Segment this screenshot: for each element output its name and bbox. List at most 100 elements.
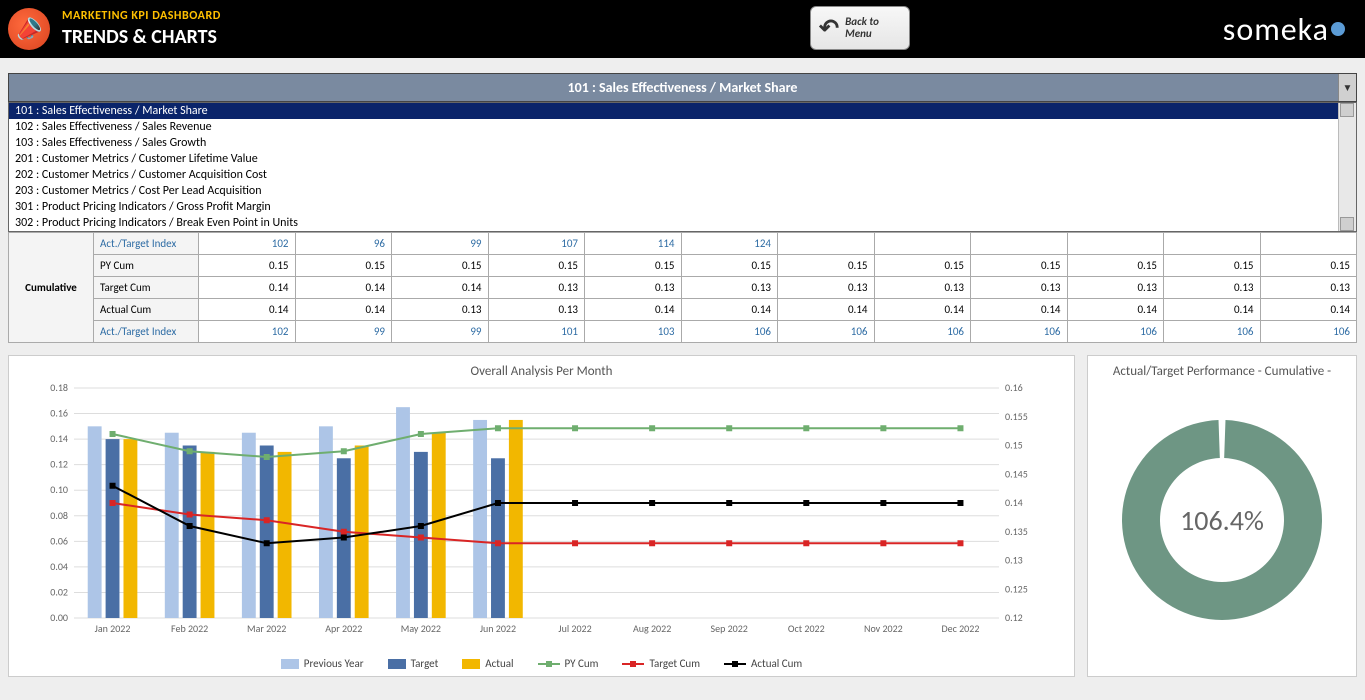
performance-donut-panel: Actual/Target Performance - Cumulative -…	[1087, 355, 1357, 677]
cell: 0.13	[488, 299, 585, 321]
back-label: Back to Menu	[845, 16, 901, 40]
cell: 0.13	[1164, 277, 1261, 299]
cell: 106	[1067, 321, 1164, 343]
kpi-selector: 101 : Sales Effectiveness / Market Share…	[8, 73, 1357, 232]
cell: 0.13	[1260, 277, 1357, 299]
cell: 124	[681, 233, 778, 255]
row-label: PY Cum	[94, 255, 199, 277]
back-to-menu-button[interactable]: ↶ Back to Menu	[810, 6, 910, 50]
cell: 0.14	[971, 299, 1068, 321]
kpi-selected-label: 101 : Sales Effectiveness / Market Share	[568, 79, 798, 96]
svg-text:0.14: 0.14	[50, 432, 68, 445]
cell: 101	[488, 321, 585, 343]
megaphone-icon: 📣	[8, 8, 50, 50]
kpi-option[interactable]: 202 : Customer Metrics / Customer Acquis…	[9, 167, 1356, 183]
svg-text:Jul 2022: Jul 2022	[558, 622, 591, 635]
chart-title: Overall Analysis Per Month	[19, 364, 1064, 379]
cell: 0.15	[585, 255, 682, 277]
cell: 0.14	[1260, 299, 1357, 321]
combo-chart-svg: 0.000.020.040.060.080.100.120.140.160.18…	[19, 383, 1054, 648]
svg-text:0.135: 0.135	[1005, 525, 1028, 538]
table-row: CumulativeAct./Target Index1029699107114…	[9, 233, 1357, 255]
cell: 0.14	[199, 277, 296, 299]
svg-text:0.13: 0.13	[1005, 554, 1023, 567]
svg-text:0.145: 0.145	[1005, 467, 1028, 480]
svg-text:Feb 2022: Feb 2022	[171, 622, 208, 635]
kpi-option[interactable]: 102 : Sales Effectiveness / Sales Revenu…	[9, 119, 1356, 135]
overall-analysis-chart: Overall Analysis Per Month 0.000.020.040…	[8, 355, 1075, 677]
kpi-selector-header[interactable]: 101 : Sales Effectiveness / Market Share…	[8, 73, 1357, 102]
cell: 0.13	[971, 277, 1068, 299]
svg-text:0.18: 0.18	[50, 383, 68, 394]
svg-text:0.12: 0.12	[50, 458, 68, 471]
cell: 0.14	[778, 299, 875, 321]
cell: 0.14	[1164, 299, 1261, 321]
dropdown-caret-icon[interactable]: ▼	[1338, 74, 1356, 101]
cell: 0.13	[1067, 277, 1164, 299]
svg-text:0.00: 0.00	[50, 611, 68, 624]
cell: 99	[295, 321, 392, 343]
table-row: Act./Target Index10299991011031061061061…	[9, 321, 1357, 343]
svg-text:Nov 2022: Nov 2022	[864, 622, 903, 635]
back-arrow-icon: ↶	[819, 14, 839, 43]
cell: 0.14	[874, 299, 971, 321]
brand-logo: someka	[1223, 10, 1345, 49]
title-block: MARKETING KPI DASHBOARD TRENDS & CHARTS	[62, 9, 221, 49]
cell	[1067, 233, 1164, 255]
svg-text:Aug 2022: Aug 2022	[633, 622, 671, 635]
svg-text:0.06: 0.06	[50, 534, 68, 547]
dashboard-title: MARKETING KPI DASHBOARD	[62, 9, 221, 23]
kpi-option[interactable]: 302 : Product Pricing Indicators / Break…	[9, 215, 1356, 231]
cell: 107	[488, 233, 585, 255]
cell: 0.15	[778, 255, 875, 277]
svg-text:0.14: 0.14	[1005, 496, 1023, 509]
svg-text:0.08: 0.08	[50, 509, 68, 522]
cell: 0.14	[295, 277, 392, 299]
cell: 0.14	[681, 299, 778, 321]
cell: 96	[295, 233, 392, 255]
table-row: Target Cum0.140.140.140.130.130.130.130.…	[9, 277, 1357, 299]
chart-legend: Previous YearTargetActualPY CumTarget Cu…	[19, 657, 1064, 670]
legend-item: Actual	[462, 657, 513, 670]
table-row: PY Cum0.150.150.150.150.150.150.150.150.…	[9, 255, 1357, 277]
cell: 0.14	[392, 277, 489, 299]
svg-text:0.155: 0.155	[1005, 410, 1028, 423]
kpi-option[interactable]: 101 : Sales Effectiveness / Market Share	[9, 103, 1356, 119]
cell	[1164, 233, 1261, 255]
kpi-option[interactable]: 103 : Sales Effectiveness / Sales Growth	[9, 135, 1356, 151]
cell: 106	[681, 321, 778, 343]
cell: 0.15	[971, 255, 1068, 277]
cell: 106	[778, 321, 875, 343]
kpi-option[interactable]: 301 : Product Pricing Indicators / Gross…	[9, 199, 1356, 215]
cell: 106	[1164, 321, 1261, 343]
scroll-up-icon[interactable]	[1340, 103, 1354, 117]
page-title: TRENDS & CHARTS	[62, 25, 221, 49]
cell: 0.13	[488, 277, 585, 299]
svg-text:0.125: 0.125	[1005, 582, 1028, 595]
cell: 0.14	[585, 299, 682, 321]
svg-text:Jan 2022: Jan 2022	[95, 622, 131, 635]
cell: 114	[585, 233, 682, 255]
cell: 0.13	[392, 299, 489, 321]
data-table: CumulativeAct./Target Index1029699107114…	[8, 232, 1357, 343]
cell: 0.15	[874, 255, 971, 277]
kpi-option[interactable]: 201 : Customer Metrics / Customer Lifeti…	[9, 151, 1356, 167]
cell: 106	[874, 321, 971, 343]
cell: 0.15	[295, 255, 392, 277]
app-header: 📣 MARKETING KPI DASHBOARD TRENDS & CHART…	[0, 0, 1365, 58]
kpi-option[interactable]: 203 : Customer Metrics / Cost Per Lead A…	[9, 183, 1356, 199]
cell: 102	[199, 233, 296, 255]
scroll-down-icon[interactable]	[1340, 217, 1354, 231]
legend-item: Previous Year	[281, 657, 364, 670]
cell: 0.13	[874, 277, 971, 299]
svg-text:Apr 2022: Apr 2022	[325, 622, 362, 635]
svg-text:May 2022: May 2022	[401, 622, 441, 635]
legend-item: Actual Cum	[724, 657, 802, 670]
row-label: Act./Target Index	[94, 233, 199, 255]
dropdown-scrollbar[interactable]	[1338, 103, 1356, 231]
svg-text:0.12: 0.12	[1005, 611, 1023, 624]
cell: 99	[392, 233, 489, 255]
cell: 0.15	[1260, 255, 1357, 277]
cell: 0.14	[1067, 299, 1164, 321]
svg-text:0.16: 0.16	[1005, 383, 1023, 394]
